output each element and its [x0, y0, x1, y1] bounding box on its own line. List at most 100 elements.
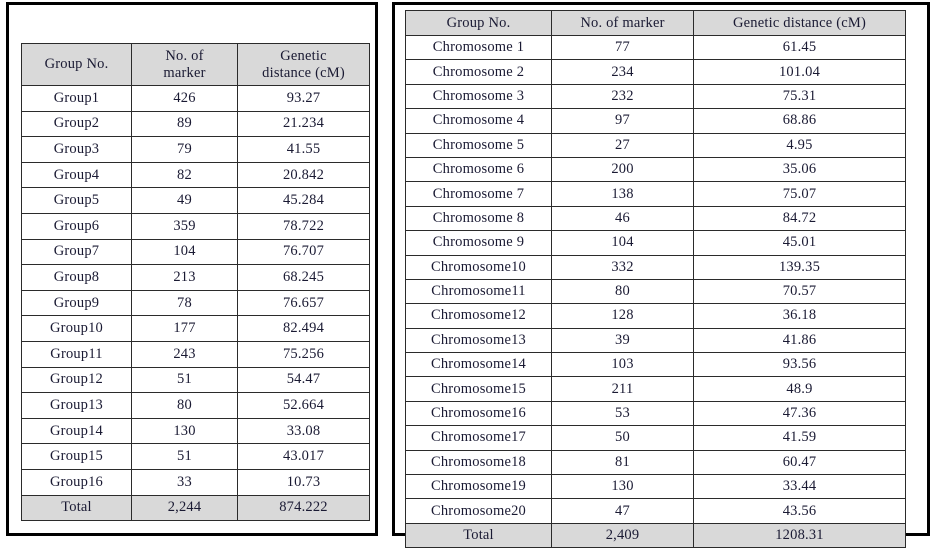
cell-no-of-marker: 332: [551, 254, 694, 280]
cell-genetic-distance: 21.234: [237, 110, 370, 138]
cell-genetic-distance: 4.95: [693, 132, 906, 158]
cell-no-of-marker: 47: [551, 498, 694, 524]
cell-no-of-marker: 359: [131, 212, 238, 240]
cell-no-of-marker: 82: [131, 161, 238, 189]
table-row: Group1 426 93.27: [21, 85, 370, 112]
table-row: Group16 33 10.73: [21, 468, 370, 496]
table-row: Group8 213 68.245: [21, 264, 370, 291]
header-no-of-marker: No. of marker: [131, 43, 238, 86]
cell-no-of-marker: 53: [551, 400, 694, 427]
total-cell-no-of-marker: 2,409: [551, 522, 694, 548]
header-genetic-distance: Genetic distance (cM): [237, 43, 370, 86]
cell-group-no: Group6: [21, 212, 132, 240]
cell-no-of-marker: 80: [131, 392, 238, 419]
cell-genetic-distance: 36.18: [693, 303, 906, 329]
cell-genetic-distance: 54.47: [237, 366, 370, 394]
header-genetic-distance-line2: distance (cM): [262, 64, 345, 81]
cell-group-no: Chromosome18: [405, 449, 552, 476]
cell-group-no: Group5: [21, 187, 132, 214]
cell-no-of-marker: 128: [551, 303, 694, 329]
table-row: Chromosome17 50 41.59: [405, 425, 906, 451]
cell-group-no: Chromosome13: [405, 327, 552, 354]
cell-no-of-marker: 77: [551, 34, 694, 61]
left-panel: Group No. No. of marker Genetic distance…: [6, 2, 378, 536]
header-row: Group No. No. of marker Genetic distance…: [405, 10, 906, 36]
cell-group-no: Chromosome10: [405, 254, 552, 280]
cell-no-of-marker: 39: [551, 327, 694, 354]
cell-no-of-marker: 234: [551, 59, 694, 85]
cell-no-of-marker: 78: [131, 289, 238, 317]
cell-genetic-distance: 20.842: [237, 161, 370, 189]
linkage-group-table: Group No. No. of marker Genetic distance…: [21, 43, 370, 522]
table-row: Group14 130 33.08: [21, 417, 370, 445]
table-row: Chromosome13 39 41.86: [405, 327, 906, 354]
cell-genetic-distance: 47.36: [693, 400, 906, 427]
cell-genetic-distance: 48.9: [693, 376, 906, 402]
table-row: Chromosome 1 77 61.45: [405, 34, 906, 61]
total-cell-group-no: Total: [405, 522, 552, 548]
table-row: Group11 243 75.256: [21, 340, 370, 368]
table-total-row: Total 2,409 1208.31: [405, 522, 906, 548]
cell-no-of-marker: 213: [131, 264, 238, 291]
cell-genetic-distance: 10.73: [237, 468, 370, 496]
cell-group-no: Chromosome 1: [405, 34, 552, 61]
cell-no-of-marker: 243: [131, 340, 238, 368]
table-row: Chromosome14 103 93.56: [405, 352, 906, 378]
table-total-row: Total 2,244 874.222: [21, 494, 370, 522]
header-group-no: Group No.: [405, 10, 552, 36]
cell-no-of-marker: 232: [551, 83, 694, 110]
cell-group-no: Chromosome 8: [405, 205, 552, 232]
cell-group-no: Chromosome12: [405, 303, 552, 329]
total-cell-group-no: Total: [21, 494, 132, 522]
table-row: Chromosome11 80 70.57: [405, 278, 906, 305]
table-row: Chromosome15 211 48.9: [405, 376, 906, 402]
cell-genetic-distance: 45.01: [693, 230, 906, 256]
cell-group-no: Group9: [21, 289, 132, 317]
cell-genetic-distance: 52.664: [237, 392, 370, 419]
cell-no-of-marker: 130: [551, 474, 694, 500]
cell-group-no: Chromosome15: [405, 376, 552, 402]
table-body: Group1 426 93.27 Group2 89 21.234 Group3 79 41.5…: [21, 85, 370, 522]
cell-group-no: Chromosome19: [405, 474, 552, 500]
cell-no-of-marker: 177: [131, 315, 238, 342]
table-row: Chromosome10 332 139.35: [405, 254, 906, 280]
cell-no-of-marker: 104: [131, 238, 238, 266]
cell-genetic-distance: 82.494: [237, 315, 370, 342]
cell-group-no: Group14: [21, 417, 132, 445]
cell-group-no: Group2: [21, 110, 132, 138]
header-group-no: Group No.: [21, 43, 132, 86]
table-row: Chromosome12 128 36.18: [405, 303, 906, 329]
table-header: Group No. No. of marker Genetic distance…: [21, 43, 370, 86]
cell-no-of-marker: 97: [551, 108, 694, 134]
table-row: Group10 177 82.494: [21, 315, 370, 342]
cell-group-no: Group4: [21, 161, 132, 189]
table-row: Chromosome 6 200 35.06: [405, 156, 906, 183]
cell-no-of-marker: 130: [131, 417, 238, 445]
cell-genetic-distance: 41.59: [693, 425, 906, 451]
cell-group-no: Chromosome 5: [405, 132, 552, 158]
cell-genetic-distance: 75.31: [693, 83, 906, 110]
cell-group-no: Group10: [21, 315, 132, 342]
cell-genetic-distance: 68.86: [693, 108, 906, 134]
table-row: Chromosome 3 232 75.31: [405, 83, 906, 110]
table-row: Group15 51 43.017: [21, 443, 370, 470]
total-cell-no-of-marker: 2,244: [131, 494, 238, 522]
header-no-of-marker: No. of marker: [551, 10, 694, 36]
table-row: Group13 80 52.664: [21, 392, 370, 419]
cell-genetic-distance: 101.04: [693, 59, 906, 85]
header-no-of-marker-line2: marker: [163, 64, 206, 81]
table-row: Chromosome 4 97 68.86: [405, 108, 906, 134]
header-row: Group No. No. of marker Genetic distance…: [21, 43, 370, 86]
cell-no-of-marker: 104: [551, 230, 694, 256]
cell-no-of-marker: 49: [131, 187, 238, 214]
table-row: Group9 78 76.657: [21, 289, 370, 317]
cell-no-of-marker: 138: [551, 181, 694, 207]
cell-group-no: Chromosome 7: [405, 181, 552, 207]
cell-no-of-marker: 51: [131, 443, 238, 470]
cell-no-of-marker: 81: [551, 449, 694, 476]
chromosome-table: Group No. No. of marker Genetic distance…: [405, 10, 906, 548]
cell-genetic-distance: 43.56: [693, 498, 906, 524]
cell-genetic-distance: 60.47: [693, 449, 906, 476]
cell-group-no: Group7: [21, 238, 132, 266]
cell-group-no: Group15: [21, 443, 132, 470]
